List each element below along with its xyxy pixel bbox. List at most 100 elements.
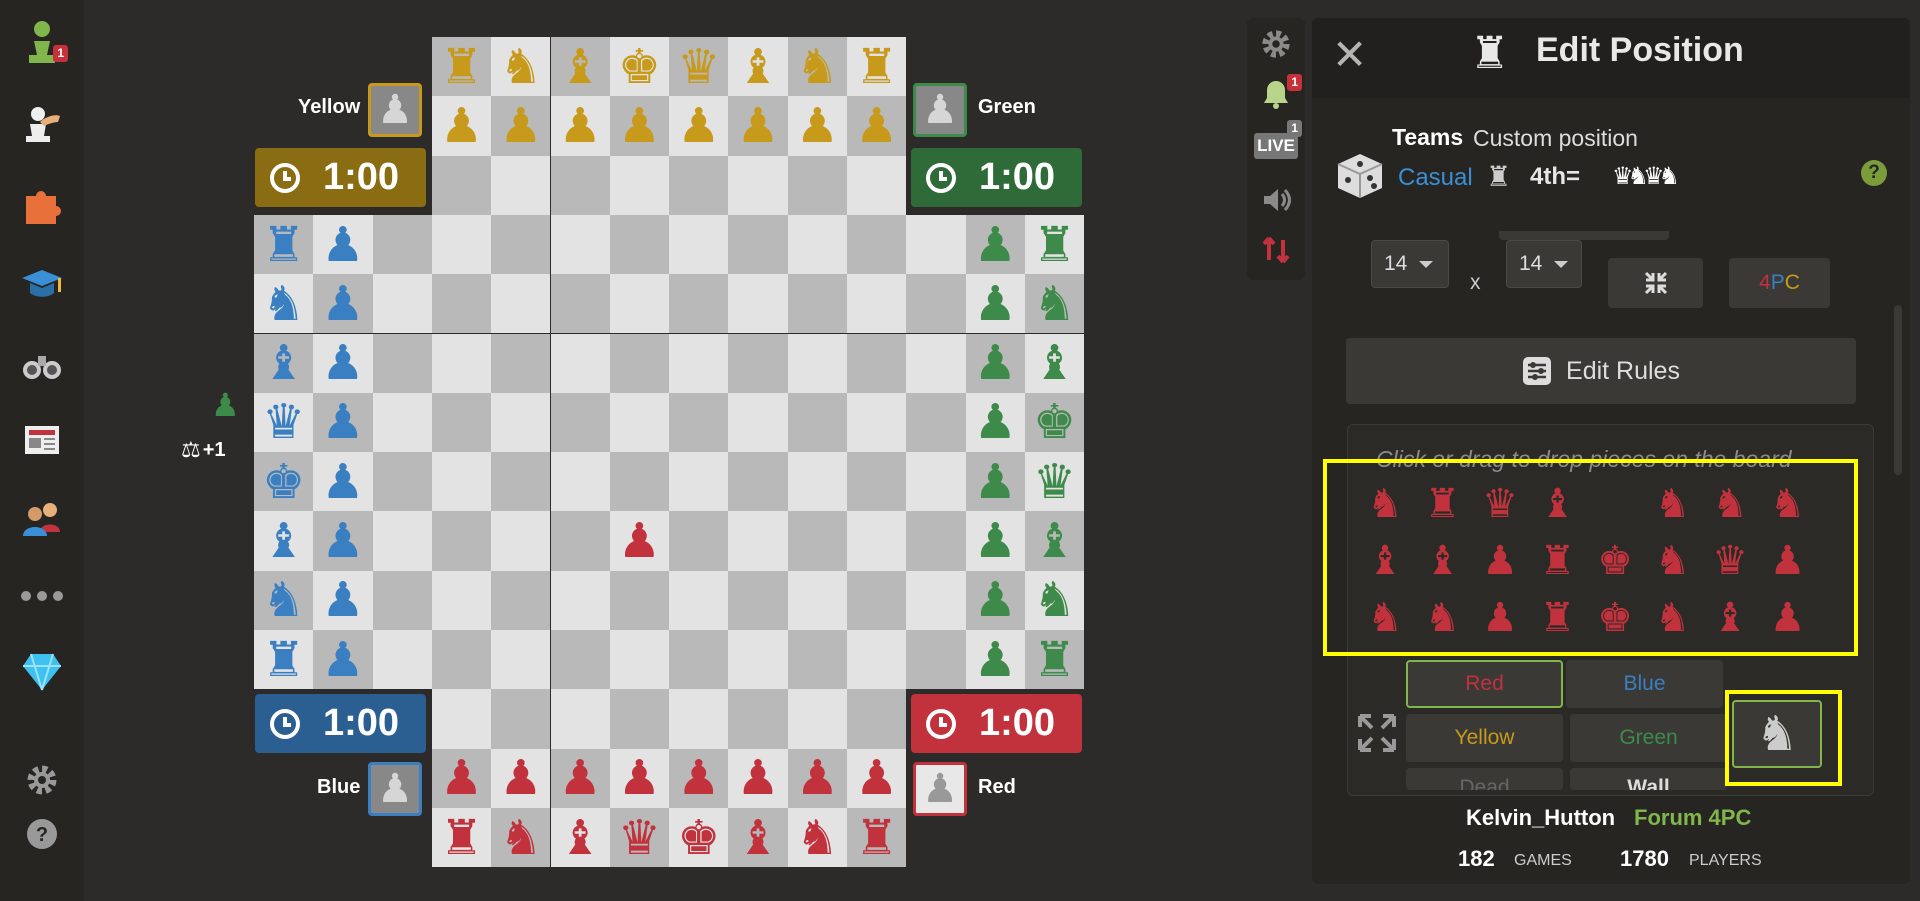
green-piece[interactable]: ♜ xyxy=(1025,215,1084,274)
board-square[interactable] xyxy=(847,214,907,275)
board-square[interactable] xyxy=(906,452,966,512)
blue-piece[interactable]: ♛ xyxy=(254,393,313,452)
yellow-piece[interactable]: ♜ xyxy=(432,37,491,96)
board-square[interactable] xyxy=(847,392,907,453)
blue-pawn[interactable]: ♟ xyxy=(313,334,372,393)
green-piece[interactable]: ♞ xyxy=(1025,571,1084,630)
green-pawn[interactable]: ♟ xyxy=(966,452,1025,511)
nav-play[interactable]: 1 xyxy=(20,20,68,64)
board-square[interactable] xyxy=(609,333,670,393)
board-square[interactable] xyxy=(728,570,788,630)
blue-piece[interactable]: ♞ xyxy=(254,571,313,630)
casual-label[interactable]: Casual xyxy=(1398,164,1473,192)
yellow-avatar[interactable]: ♟ xyxy=(368,83,422,137)
board-square[interactable] xyxy=(609,570,670,630)
board-square[interactable] xyxy=(669,630,729,690)
color-wall-button[interactable]: Wall xyxy=(1570,768,1727,790)
board-square[interactable] xyxy=(787,511,847,571)
board-square[interactable] xyxy=(847,570,907,630)
board-square[interactable] xyxy=(906,392,966,453)
board-square[interactable] xyxy=(491,630,551,690)
board-square[interactable] xyxy=(431,630,492,690)
yellow-pawn[interactable]: ♟ xyxy=(847,96,906,155)
red-piece[interactable]: ♝ xyxy=(728,808,787,867)
color-blue-button[interactable]: Blue xyxy=(1566,660,1723,708)
red-pawn[interactable]: ♟ xyxy=(610,749,669,808)
board-square[interactable] xyxy=(550,511,610,571)
board-square[interactable] xyxy=(847,630,907,690)
blue-pawn[interactable]: ♟ xyxy=(313,630,372,689)
panel-scrollbar[interactable] xyxy=(1894,305,1902,475)
board-square[interactable] xyxy=(728,274,788,334)
red-pawn[interactable]: ♟ xyxy=(669,749,728,808)
board-square[interactable] xyxy=(787,214,847,275)
rows-select[interactable]: 14 xyxy=(1371,240,1449,288)
nav-news[interactable] xyxy=(20,418,64,462)
blue-piece[interactable]: ♝ xyxy=(254,334,313,393)
board-square[interactable] xyxy=(550,630,610,690)
red-pawn[interactable]: ♟ xyxy=(788,749,847,808)
board-square[interactable] xyxy=(906,511,966,571)
green-pawn[interactable]: ♟ xyxy=(966,571,1025,630)
board-square[interactable] xyxy=(728,452,788,512)
color-dead-button[interactable]: Dead xyxy=(1406,768,1563,790)
red-extra-piece[interactable]: ♟ xyxy=(610,511,669,570)
board-square[interactable] xyxy=(372,392,432,453)
red-piece[interactable]: ♚ xyxy=(669,808,728,867)
board-square[interactable] xyxy=(609,452,670,512)
nav-settings[interactable] xyxy=(20,758,64,802)
color-yellow-button[interactable]: Yellow xyxy=(1406,714,1563,762)
board-square[interactable] xyxy=(787,392,847,453)
red-avatar[interactable]: ♟ xyxy=(913,762,967,816)
board-square[interactable] xyxy=(847,155,907,215)
board-square[interactable] xyxy=(609,214,670,275)
board-square[interactable] xyxy=(372,630,432,690)
yellow-pawn[interactable]: ♟ xyxy=(610,96,669,155)
board-square[interactable] xyxy=(550,333,610,393)
board-square[interactable] xyxy=(728,630,788,690)
blue-pawn[interactable]: ♟ xyxy=(313,274,372,333)
board-square[interactable] xyxy=(491,392,551,453)
board-square[interactable] xyxy=(847,689,907,749)
sound-tool[interactable] xyxy=(1258,182,1294,218)
board-square[interactable] xyxy=(728,155,788,215)
red-pawn[interactable]: ♟ xyxy=(728,749,787,808)
board-square[interactable] xyxy=(847,511,907,571)
board-square[interactable] xyxy=(728,214,788,275)
footer-username[interactable]: Kelvin_Hutton xyxy=(1466,805,1615,831)
blue-pawn[interactable]: ♟ xyxy=(313,571,372,630)
board-square[interactable] xyxy=(609,274,670,334)
board-square[interactable] xyxy=(431,274,492,334)
green-pawn[interactable]: ♟ xyxy=(966,393,1025,452)
board-square[interactable] xyxy=(550,689,610,749)
nav-puzzles[interactable] xyxy=(20,102,64,146)
red-piece[interactable]: ♞ xyxy=(788,808,847,867)
green-pawn[interactable]: ♟ xyxy=(966,215,1025,274)
blue-pawn[interactable]: ♟ xyxy=(313,511,372,570)
yellow-piece[interactable]: ♜ xyxy=(847,37,906,96)
green-piece[interactable]: ♝ xyxy=(1025,334,1084,393)
board-square[interactable] xyxy=(669,689,729,749)
board-square[interactable] xyxy=(728,689,788,749)
blue-pawn[interactable]: ♟ xyxy=(313,393,372,452)
board-square[interactable] xyxy=(431,452,492,512)
yellow-pawn[interactable]: ♟ xyxy=(669,96,728,155)
nav-learn[interactable] xyxy=(20,262,64,306)
board-square[interactable] xyxy=(787,155,847,215)
variant-4pc-button[interactable]: 4PC xyxy=(1729,258,1830,308)
red-piece[interactable]: ♛ xyxy=(610,808,669,867)
board-square[interactable] xyxy=(550,452,610,512)
board-square[interactable] xyxy=(550,155,610,215)
blue-pawn[interactable]: ♟ xyxy=(313,452,372,511)
forum-link[interactable]: Forum 4PC xyxy=(1634,805,1751,831)
board-square[interactable] xyxy=(906,214,966,275)
board-square[interactable] xyxy=(491,452,551,512)
green-piece[interactable]: ♜ xyxy=(1025,630,1084,689)
board-square[interactable] xyxy=(372,333,432,393)
board-square[interactable] xyxy=(609,689,670,749)
nav-puzzle[interactable] xyxy=(20,184,64,228)
board-square[interactable] xyxy=(728,333,788,393)
flip-tool[interactable] xyxy=(1258,232,1294,268)
nav-social[interactable] xyxy=(20,496,64,540)
board-square[interactable] xyxy=(491,689,551,749)
